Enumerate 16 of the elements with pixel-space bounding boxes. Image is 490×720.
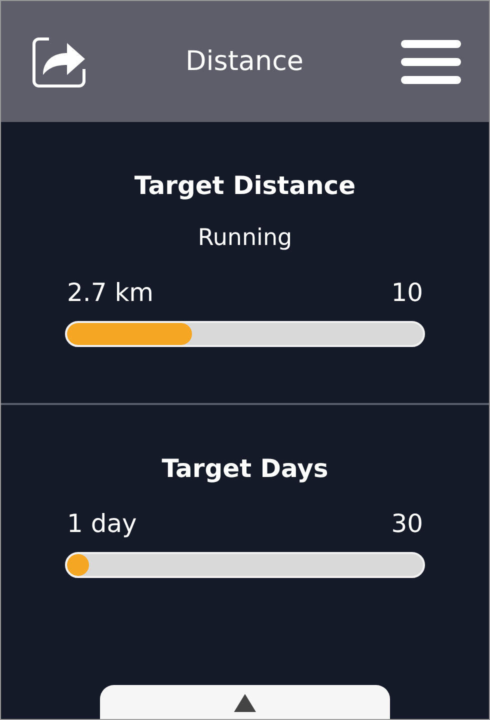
pull-up-tab[interactable] [100, 685, 390, 719]
section-title: Target Days [162, 452, 328, 484]
slider-track[interactable] [65, 552, 425, 578]
slider-track[interactable] [65, 321, 425, 347]
header-title: Distance [185, 46, 304, 77]
slider-fill[interactable] [67, 323, 192, 345]
max-label: 10 [391, 278, 423, 307]
section-title: Target Distance [134, 170, 356, 202]
menu-button[interactable] [400, 38, 462, 86]
menu-icon [400, 38, 462, 86]
value-label: 2.7 km [67, 278, 154, 307]
slider-fill[interactable] [67, 554, 89, 576]
value-label: 1 day [67, 508, 137, 538]
section-subtitle: Running [198, 224, 292, 253]
caret-up-icon [233, 693, 257, 713]
max-label: 30 [391, 508, 423, 538]
